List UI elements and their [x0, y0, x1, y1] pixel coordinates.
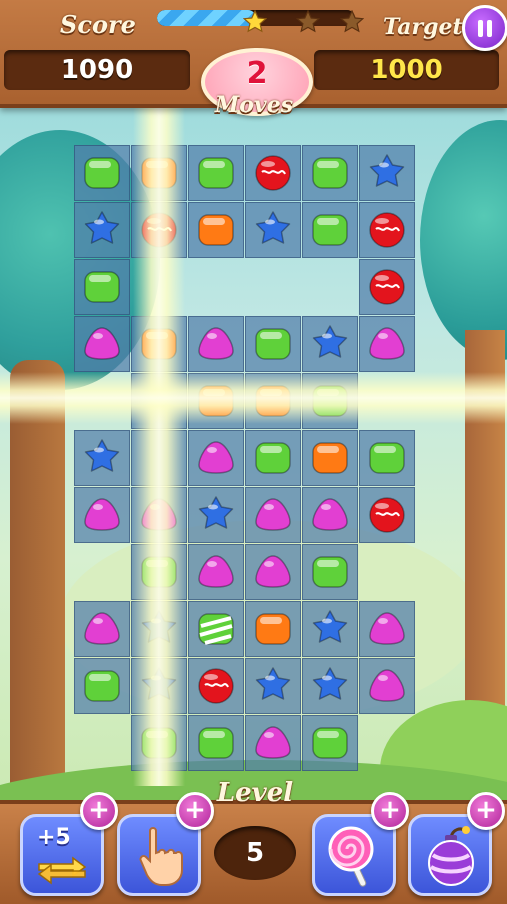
orange-candy[interactable] — [245, 601, 301, 657]
green-candy[interactable] — [302, 715, 358, 771]
green-candy[interactable] — [74, 145, 130, 201]
red-candy[interactable] — [359, 202, 415, 258]
bomb-icon — [428, 826, 474, 886]
blue-candy[interactable] — [302, 316, 358, 372]
score-value: 1090 — [4, 50, 190, 90]
blue-candy[interactable] — [245, 202, 301, 258]
pink-candy[interactable] — [74, 601, 130, 657]
star-icon-2 — [296, 10, 320, 33]
game-board — [0, 0, 507, 900]
blue-candy[interactable] — [359, 145, 415, 201]
add-booster-plus-button-2[interactable]: + — [176, 792, 214, 830]
green-candy[interactable] — [245, 430, 301, 486]
red-candy[interactable] — [359, 259, 415, 315]
horizontal-line-blast-effect — [0, 372, 507, 424]
target-label: Target — [383, 14, 463, 40]
pink-candy[interactable] — [74, 316, 130, 372]
blue-candy[interactable] — [74, 202, 130, 258]
pink-candy[interactable] — [74, 487, 130, 543]
pink-candy[interactable] — [245, 487, 301, 543]
swap-arrows-icon — [37, 856, 87, 885]
vertical-line-blast-effect — [133, 106, 185, 786]
green-candy[interactable] — [302, 202, 358, 258]
pink-candy[interactable] — [245, 715, 301, 771]
add-booster-plus-button-4[interactable]: + — [467, 792, 505, 830]
lollipop-icon — [328, 826, 374, 887]
level-label: Level — [216, 778, 294, 808]
green-candy[interactable] — [302, 145, 358, 201]
green-candy[interactable] — [302, 544, 358, 600]
plus5-text: +5 — [37, 825, 71, 850]
blue-candy[interactable] — [245, 658, 301, 714]
star-icon-1 — [243, 10, 267, 33]
score-label: Score — [60, 10, 136, 39]
pink-candy[interactable] — [245, 544, 301, 600]
green-candy[interactable] — [188, 715, 244, 771]
red-candy[interactable] — [188, 658, 244, 714]
add-booster-plus-button-3[interactable]: + — [371, 792, 409, 830]
red-candy[interactable] — [245, 145, 301, 201]
green-candy[interactable] — [359, 430, 415, 486]
blue-candy[interactable] — [188, 487, 244, 543]
striped-candy[interactable] — [188, 601, 244, 657]
pink-candy[interactable] — [188, 430, 244, 486]
blue-candy[interactable] — [302, 658, 358, 714]
green-candy[interactable] — [74, 259, 130, 315]
blue-candy[interactable] — [302, 601, 358, 657]
pink-candy[interactable] — [302, 487, 358, 543]
red-candy[interactable] — [359, 487, 415, 543]
pink-candy[interactable] — [359, 658, 415, 714]
pink-candy[interactable] — [188, 544, 244, 600]
pause-button[interactable] — [462, 5, 507, 51]
target-value: 1000 — [314, 50, 499, 90]
green-candy[interactable] — [74, 658, 130, 714]
orange-candy[interactable] — [188, 202, 244, 258]
star-icon-3 — [340, 10, 364, 33]
add-booster-plus-button-1[interactable]: + — [80, 792, 118, 830]
pink-candy[interactable] — [359, 601, 415, 657]
green-candy[interactable] — [245, 316, 301, 372]
blue-candy[interactable] — [74, 430, 130, 486]
score-progress-fill — [157, 10, 256, 26]
pink-candy[interactable] — [188, 316, 244, 372]
pink-candy[interactable] — [359, 316, 415, 372]
moves-label: Moves — [214, 92, 294, 118]
level-value: 5 — [214, 826, 296, 880]
pointing-hand-icon — [139, 827, 183, 886]
orange-candy[interactable] — [302, 430, 358, 486]
green-candy[interactable] — [188, 145, 244, 201]
pause-icon — [478, 19, 483, 37]
